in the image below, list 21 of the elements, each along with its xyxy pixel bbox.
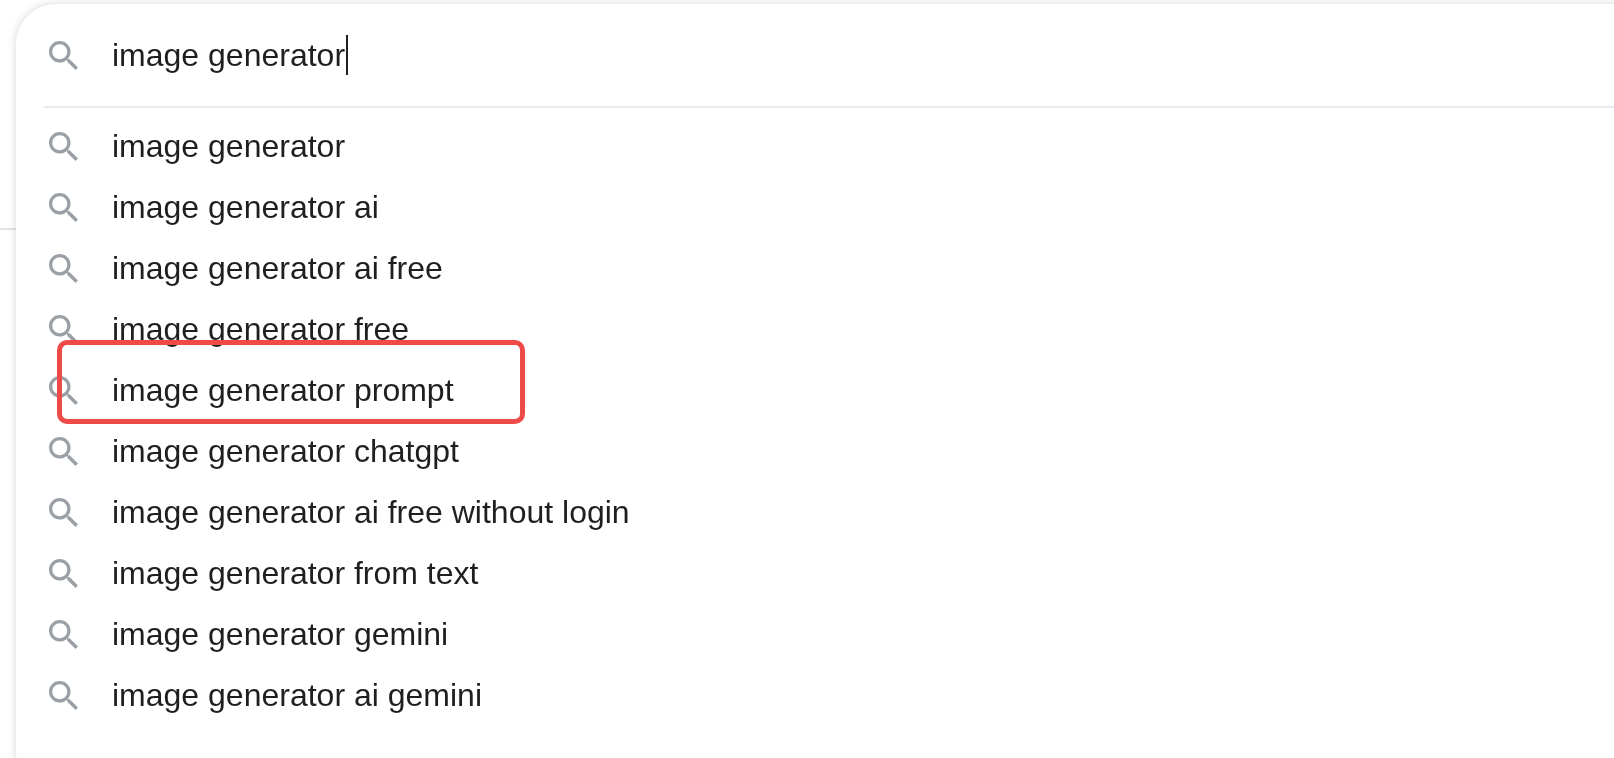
suggestion-item[interactable]: image generator free	[112, 311, 410, 348]
search-icon	[49, 620, 78, 649]
suggestion-item[interactable]: image generator ai gemini	[112, 677, 482, 714]
suggestion-item[interactable]: image generator chatgpt	[112, 433, 459, 470]
search-icon	[49, 681, 78, 710]
suggestion-item[interactable]: image generator prompt	[112, 372, 454, 409]
search-icon	[49, 193, 78, 222]
search-icon	[49, 559, 78, 588]
search-field[interactable]: image generator	[112, 25, 1614, 85]
search-icon	[49, 376, 78, 405]
suggestion-item[interactable]: image generator	[112, 128, 346, 165]
search-icon	[49, 132, 78, 161]
search-icon	[49, 437, 78, 466]
suggestion-item[interactable]: image generator ai	[112, 189, 379, 226]
suggestion-item[interactable]: image generator from text	[112, 555, 479, 592]
suggestion-item[interactable]: image generator ai free without login	[112, 494, 630, 531]
search-icon	[49, 498, 78, 527]
suggestion-item[interactable]: image generator ai free	[112, 250, 443, 287]
search-icon	[49, 254, 78, 283]
search-icon	[49, 40, 78, 70]
suggestion-item[interactable]: image generator gemini	[112, 616, 449, 653]
